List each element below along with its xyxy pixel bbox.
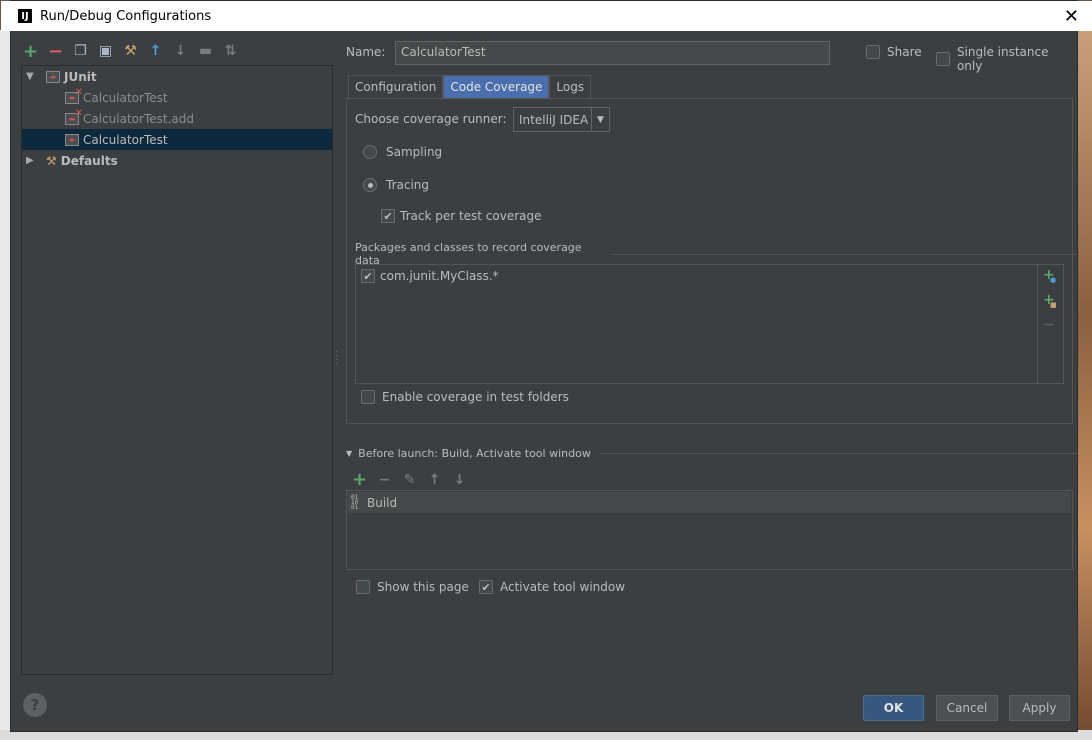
- background-window-right: [1078, 30, 1092, 740]
- before-launch-item-label: Build: [367, 495, 398, 510]
- add-icon[interactable]: +: [21, 41, 40, 62]
- tab-code-coverage[interactable]: Code Coverage: [443, 75, 550, 99]
- add-class-icon[interactable]: + ●: [1043, 267, 1056, 284]
- divider: [613, 253, 1077, 255]
- track-per-test-checkbox[interactable]: ✔ Track per test coverage: [381, 209, 542, 223]
- config-tree: ▼ ◂▸ JUnit ◂▸ ✕ CalculatorTest ◂▸ ✕ Calcul…: [21, 65, 333, 675]
- test-config-icon: ◂▸: [65, 133, 79, 146]
- tree-item-label: CalculatorTest.add: [83, 111, 194, 126]
- remove-icon[interactable]: −: [1043, 317, 1055, 333]
- checkbox-box[interactable]: [936, 52, 950, 66]
- help-button[interactable]: ?: [23, 693, 47, 717]
- enable-coverage-checkbox[interactable]: Enable coverage in test folders: [361, 390, 569, 404]
- test-error-icon: ◂▸ ✕: [65, 108, 83, 125]
- single-instance-checkbox[interactable]: Single instance only: [936, 45, 1077, 73]
- add-icon[interactable]: +: [350, 469, 369, 490]
- close-icon[interactable]: ✕: [1064, 6, 1079, 27]
- sampling-label: Sampling: [386, 145, 443, 159]
- package-name: com.junit.MyClass.*: [380, 269, 499, 283]
- apply-button[interactable]: Apply: [1009, 695, 1070, 721]
- move-down-icon[interactable]: ↓: [171, 42, 190, 61]
- sort-icon[interactable]: ⇅: [221, 42, 240, 61]
- name-label: Name:: [346, 45, 386, 59]
- before-launch-toolbar: + − ✎ ↑ ↓: [350, 469, 469, 490]
- run-debug-dialog: IJ Run/Debug Configurations ✕ + − ❐ ▣ ⚒ …: [1, 0, 1092, 732]
- config-toolbar: + − ❐ ▣ ⚒ ↑ ↓ ▬ ⇅: [21, 39, 240, 63]
- title-bar: IJ Run/Debug Configurations ✕: [1, 1, 1092, 31]
- collapse-triangle-icon[interactable]: ▼: [346, 449, 352, 458]
- before-launch-list: 01 10 01 Build: [346, 490, 1073, 570]
- tree-item-label: CalculatorTest: [83, 90, 168, 105]
- divider: [598, 453, 1077, 454]
- expanded-arrow-icon[interactable]: ▼: [26, 71, 38, 82]
- tracing-radio[interactable]: Tracing: [363, 178, 429, 192]
- edit-pencil-icon[interactable]: ✎: [400, 470, 419, 489]
- runner-value: IntelliJ IDEA: [519, 112, 589, 127]
- tree-item[interactable]: ◂▸ ✕ CalculatorTest.add: [22, 108, 332, 129]
- checkbox-checked[interactable]: ✔: [361, 269, 375, 283]
- tree-item-selected[interactable]: ◂▸ CalculatorTest: [22, 129, 332, 150]
- edit-defaults-icon[interactable]: ⚒: [121, 42, 140, 61]
- name-field[interactable]: CalculatorTest: [395, 41, 830, 65]
- chevron-down-icon[interactable]: ▼: [591, 108, 609, 131]
- tree-node-defaults[interactable]: ▶ ⚒ Defaults: [22, 150, 332, 171]
- show-page-checkbox[interactable]: Show this page: [356, 580, 469, 594]
- runner-label: Choose coverage runner:: [355, 112, 507, 126]
- before-launch-item[interactable]: 01 10 01 Build: [348, 492, 1071, 513]
- build-icon: 01 10 01: [351, 494, 359, 511]
- remove-icon[interactable]: −: [375, 470, 394, 489]
- tab-bar: Configuration Code Coverage Logs: [348, 75, 592, 99]
- save-icon[interactable]: ▣: [96, 42, 115, 61]
- junit-icon: ◂▸: [46, 70, 60, 83]
- tree-item-label: CalculatorTest: [83, 132, 168, 147]
- enable-label: Enable coverage in test folders: [382, 390, 569, 404]
- wrench-icon: ⚒: [46, 153, 57, 168]
- checkbox-checked[interactable]: ✔: [381, 209, 395, 223]
- cancel-button[interactable]: Cancel: [936, 695, 998, 721]
- show-page-label: Show this page: [377, 580, 469, 594]
- coverage-runner-select[interactable]: IntelliJ IDEA ▼: [513, 107, 610, 132]
- share-label: Share: [887, 45, 922, 59]
- test-error-icon: ◂▸ ✕: [65, 87, 83, 104]
- splitter-handle[interactable]: · · · ·: [335, 348, 338, 370]
- radio-button[interactable]: [363, 145, 377, 159]
- folder-icon[interactable]: ▬: [196, 42, 215, 61]
- radio-button-selected[interactable]: [363, 178, 377, 192]
- tree-node-junit[interactable]: ▼ ◂▸ JUnit: [22, 66, 332, 87]
- tab-configuration[interactable]: Configuration: [348, 75, 444, 99]
- ok-button[interactable]: OK: [863, 695, 924, 721]
- remove-icon[interactable]: −: [46, 41, 65, 62]
- activate-label: Activate tool window: [500, 580, 626, 594]
- add-package-icon[interactable]: + ■: [1043, 292, 1057, 309]
- package-entry[interactable]: ✔ com.junit.MyClass.*: [361, 269, 499, 283]
- single-instance-label: Single instance only: [956, 45, 1049, 73]
- tree-node-label: Defaults: [60, 153, 118, 168]
- copy-icon[interactable]: ❐: [71, 42, 90, 61]
- move-up-icon[interactable]: ↑: [425, 470, 444, 489]
- checkbox-box[interactable]: [356, 580, 370, 594]
- checkbox-checked[interactable]: ✔: [479, 580, 493, 594]
- move-down-icon[interactable]: ↓: [450, 470, 469, 489]
- tree-node-label: JUnit: [64, 69, 97, 84]
- window-title: Run/Debug Configurations: [40, 8, 212, 24]
- before-launch-header[interactable]: ▼ Before launch: Build, Activate tool wi…: [346, 447, 1077, 460]
- share-checkbox[interactable]: Share: [866, 45, 922, 59]
- sampling-radio[interactable]: Sampling: [363, 145, 442, 159]
- tree-item[interactable]: ◂▸ ✕ CalculatorTest: [22, 87, 332, 108]
- checkbox-box[interactable]: [361, 390, 375, 404]
- intellij-app-icon: IJ: [18, 9, 32, 23]
- tracing-label: Tracing: [386, 178, 430, 192]
- background-window-left: [0, 30, 10, 740]
- move-up-icon[interactable]: ↑: [146, 42, 165, 61]
- before-launch-title: Before launch: Build, Activate tool wind…: [358, 447, 591, 460]
- collapsed-arrow-icon[interactable]: ▶: [26, 155, 38, 166]
- track-label: Track per test coverage: [400, 209, 542, 223]
- tab-logs[interactable]: Logs: [549, 75, 592, 99]
- checkbox-box[interactable]: [866, 45, 880, 59]
- activate-tool-window-checkbox[interactable]: ✔ Activate tool window: [479, 580, 625, 594]
